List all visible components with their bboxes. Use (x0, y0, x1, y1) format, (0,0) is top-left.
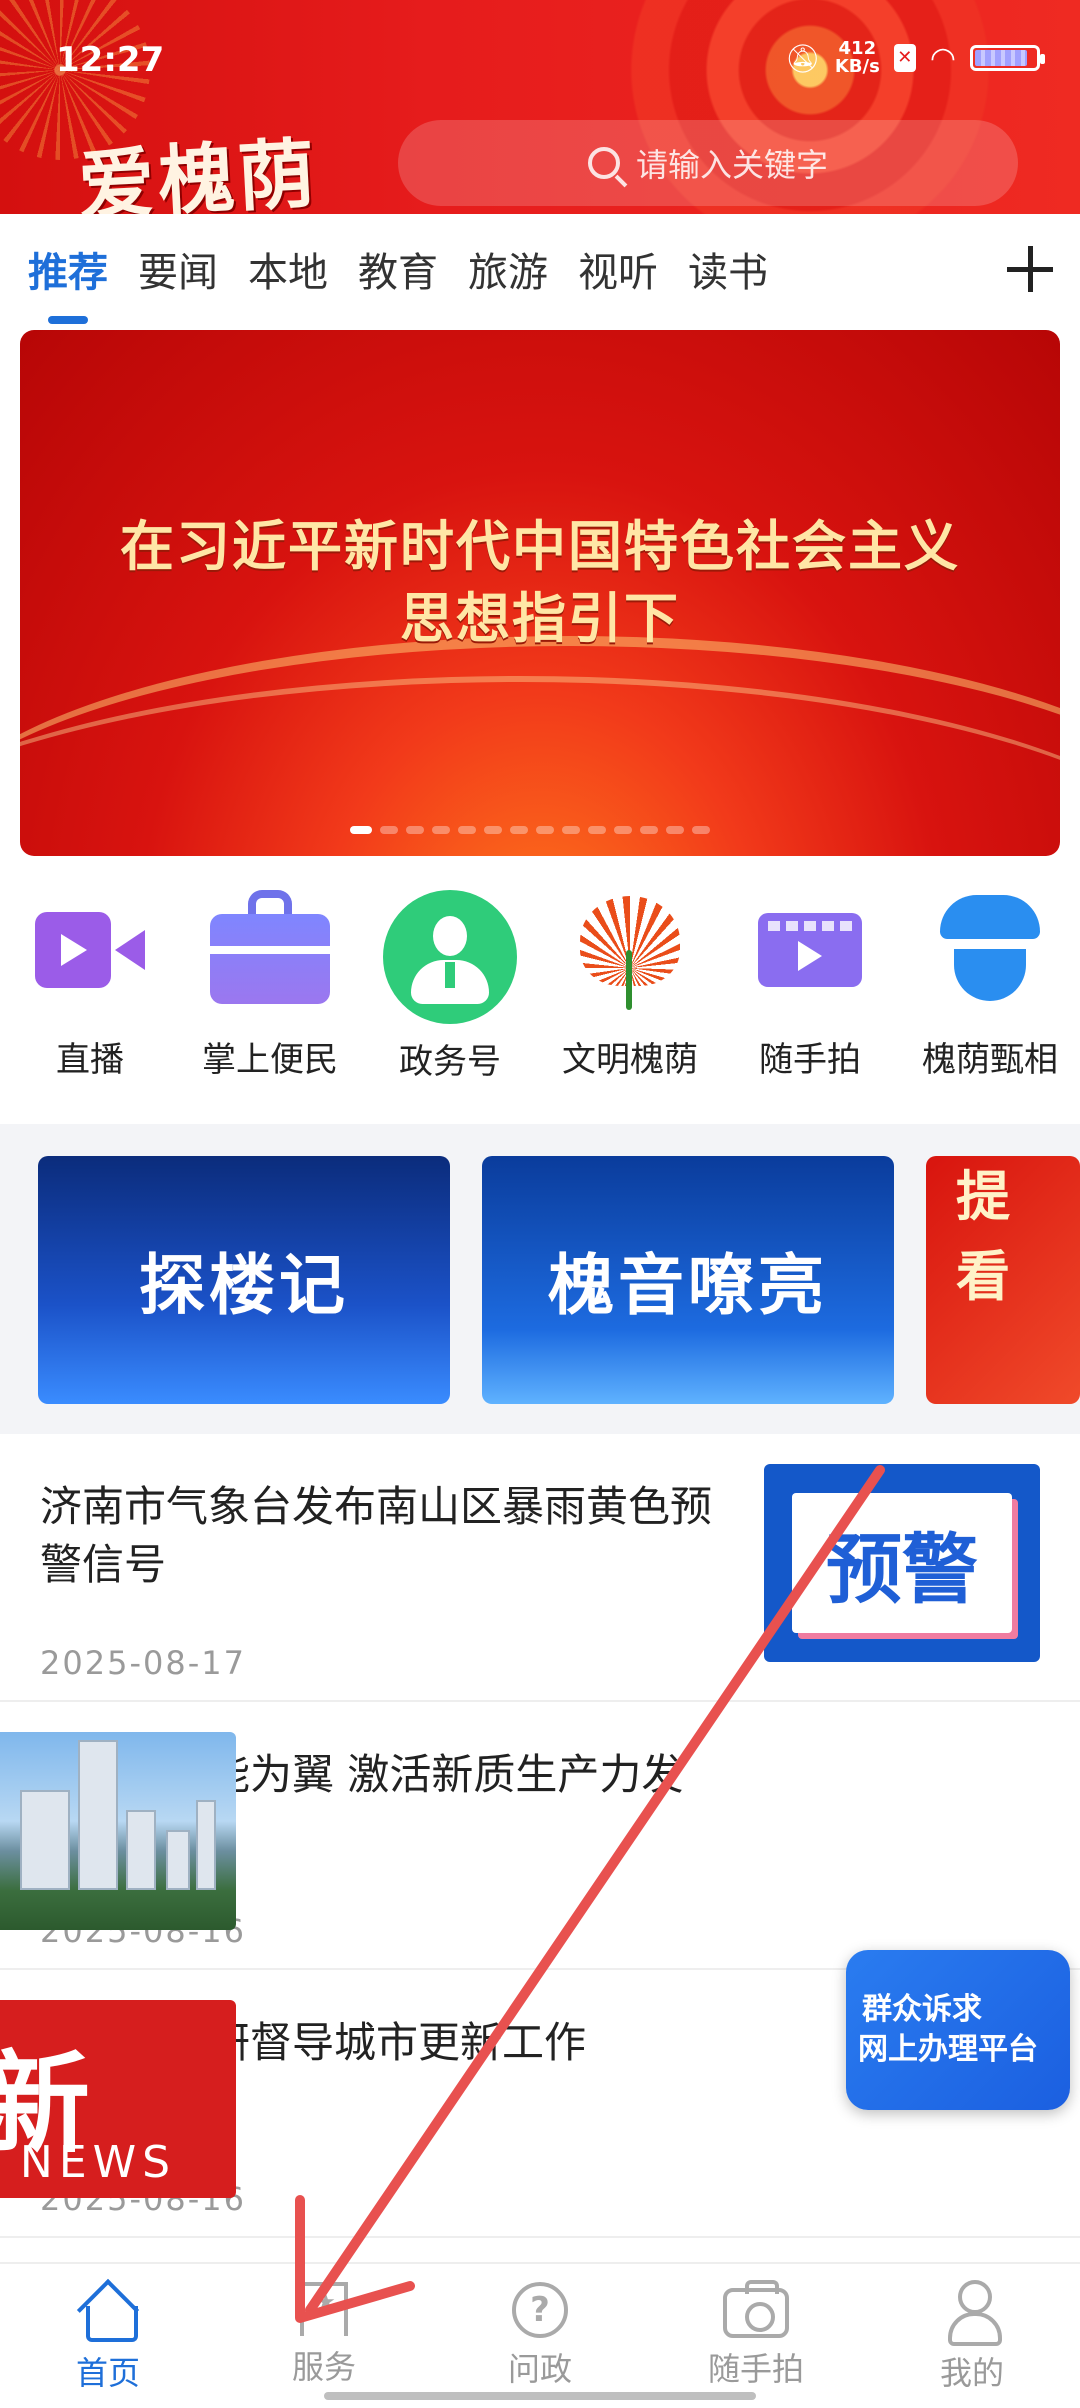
news-item[interactable]: 以人工智能为翼 激活新质生产力发展新动能 2025-08-16 (0, 1702, 1080, 1970)
appeal-platform-line2: 网上办理平台 (858, 2032, 1038, 2067)
tab-reading[interactable]: 读书 (688, 214, 768, 324)
home-icon (76, 2278, 140, 2342)
banner-title-line2: 思想指引下 (400, 586, 680, 650)
nav-inquiry[interactable]: ? 问政 (432, 2264, 648, 2408)
quick-link-convenience[interactable]: 掌上便民 (180, 880, 360, 1110)
carousel-dot[interactable] (666, 826, 684, 834)
banner-title-line1: 在习近平新时代中国特色社会主义 (120, 514, 960, 578)
question-icon: ? (512, 2282, 568, 2338)
quick-link-government[interactable]: 政务号 (360, 880, 540, 1110)
carousel-dot[interactable] (562, 826, 580, 834)
quick-link-label: 直播 (56, 1040, 124, 1080)
nav-label: 随手拍 (707, 2350, 804, 2388)
quick-link-live[interactable]: 直播 (0, 880, 180, 1110)
promo-card-building[interactable]: 探楼记 (38, 1156, 450, 1404)
carousel-dot[interactable] (510, 826, 528, 834)
bottom-navigation: 首页 服务 ? 问政 随手拍 我的 (0, 2262, 1080, 2408)
live-video-icon (30, 890, 150, 1010)
carousel-dot[interactable] (536, 826, 554, 834)
appeal-platform-button[interactable]: 群众诉求 网上办理平台 (846, 1950, 1070, 2110)
tab-audio-video[interactable]: 视听 (578, 214, 658, 324)
wifi-icon: ◠ (929, 40, 956, 76)
status-icons: 🔕︎ 412 KB/s ✕ ◠ (785, 40, 1045, 76)
quick-link-civilization[interactable]: 文明槐荫 (540, 880, 720, 1110)
app-logo: 爱槐荫 (76, 128, 321, 214)
carousel-dot[interactable] (350, 826, 372, 834)
carousel-dot[interactable] (432, 826, 450, 834)
camera-icon (723, 2280, 789, 2338)
carousel-dot[interactable] (484, 826, 502, 834)
appeal-platform-line1: 群众诉求 (862, 1992, 982, 2027)
quick-link-label: 政务号 (399, 1042, 501, 1082)
carousel-dot[interactable] (406, 826, 424, 834)
home-indicator[interactable] (324, 2392, 756, 2400)
promo-title: 探楼记 (139, 1246, 349, 1324)
nav-label: 服务 (291, 2348, 356, 2386)
news-thumbnail (0, 1732, 236, 1930)
carousel-dot[interactable] (614, 826, 632, 834)
official-account-icon (383, 890, 517, 1024)
carousel-dot[interactable] (588, 826, 606, 834)
app-header: 12:27 🔕︎ 412 KB/s ✕ ◠ 爱槐荫 请输入关键字 (0, 0, 1080, 214)
network-speed-unit: KB/s (834, 56, 880, 77)
tab-local[interactable]: 本地 (248, 214, 328, 324)
news-thumbnail: 预警 (764, 1464, 1040, 1662)
promo-title: 槐音嘹亮 (548, 1246, 828, 1324)
network-speed: 412 KB/s (835, 40, 880, 76)
battery-icon (970, 45, 1045, 71)
quick-links: 直播 掌上便民 政务号 文明槐荫 随手拍 槐荫甄相 (0, 880, 1080, 1110)
search-placeholder: 请输入关键字 (635, 146, 828, 184)
quick-link-label: 掌上便民 (202, 1040, 338, 1080)
promo-title: 看 (956, 1244, 1014, 1308)
promo-card-partial[interactable]: 提 看 (926, 1156, 1080, 1404)
police-icon (930, 890, 1050, 1010)
bookmark-star-icon (300, 2282, 348, 2336)
news-thumbnail: 新 NEWS (0, 2000, 236, 2198)
news-date: 2025-08-17 (40, 1644, 246, 1682)
news-item[interactable]: 济南市气象台发布南山区暴雨黄色预警信号 2025-08-17 预警 (0, 1434, 1080, 1702)
quick-link-label: 文明槐荫 (562, 1040, 698, 1080)
status-time: 12:27 (56, 40, 165, 80)
carousel-dot[interactable] (640, 826, 658, 834)
tab-education[interactable]: 教育 (358, 214, 438, 324)
tab-headlines[interactable]: 要闻 (138, 214, 218, 324)
nav-label: 问政 (507, 2350, 572, 2388)
tab-travel[interactable]: 旅游 (468, 214, 548, 324)
promo-title: 提 (956, 1164, 1014, 1228)
search-icon (587, 147, 620, 179)
tab-recommend[interactable]: 推荐 (28, 214, 108, 324)
carousel-dot[interactable] (380, 826, 398, 834)
promo-card-voice[interactable]: 槐音嘹亮 (482, 1156, 894, 1404)
plus-icon (1007, 246, 1053, 292)
category-tabs: 推荐 要闻 本地 教育 旅游 视听 读书 (0, 214, 1080, 324)
thumbnail-text: 预警 (792, 1493, 1012, 1633)
nav-home[interactable]: 首页 (0, 2264, 216, 2408)
banner-title: 在习近平新时代中国特色社会主义 思想指引下 (20, 510, 1060, 654)
carousel-indicator (350, 826, 710, 834)
search-bar[interactable]: 请输入关键字 (398, 120, 1018, 206)
civilization-flower-icon (570, 890, 690, 1010)
add-channel-button[interactable] (980, 214, 1080, 324)
briefcase-icon (210, 890, 330, 1010)
quick-link-snapshot[interactable]: 随手拍 (720, 880, 900, 1110)
thumbnail-text: NEWS (19, 2137, 177, 2188)
user-icon (940, 2278, 1004, 2346)
quick-link-label: 槐荫甄相 (922, 1040, 1058, 1080)
carousel-dot[interactable] (458, 826, 476, 834)
mute-icon: 🔕︎ (785, 41, 821, 75)
nav-services[interactable]: 服务 (216, 2264, 432, 2408)
news-title: 济南市气象台发布南山区暴雨黄色预警信号 (40, 1482, 713, 1589)
nav-label: 首页 (75, 2354, 140, 2392)
quick-link-label: 随手拍 (759, 1040, 861, 1080)
nav-label: 我的 (939, 2354, 1004, 2392)
nav-profile[interactable]: 我的 (864, 2264, 1080, 2408)
quick-link-police[interactable]: 槐荫甄相 (900, 880, 1080, 1110)
carousel-dot[interactable] (692, 826, 710, 834)
sim-icon: ✕ (893, 44, 916, 72)
nav-snapshot[interactable]: 随手拍 (648, 2264, 864, 2408)
video-play-icon (750, 890, 870, 1010)
banner-carousel[interactable]: 在习近平新时代中国特色社会主义 思想指引下 (20, 330, 1060, 856)
